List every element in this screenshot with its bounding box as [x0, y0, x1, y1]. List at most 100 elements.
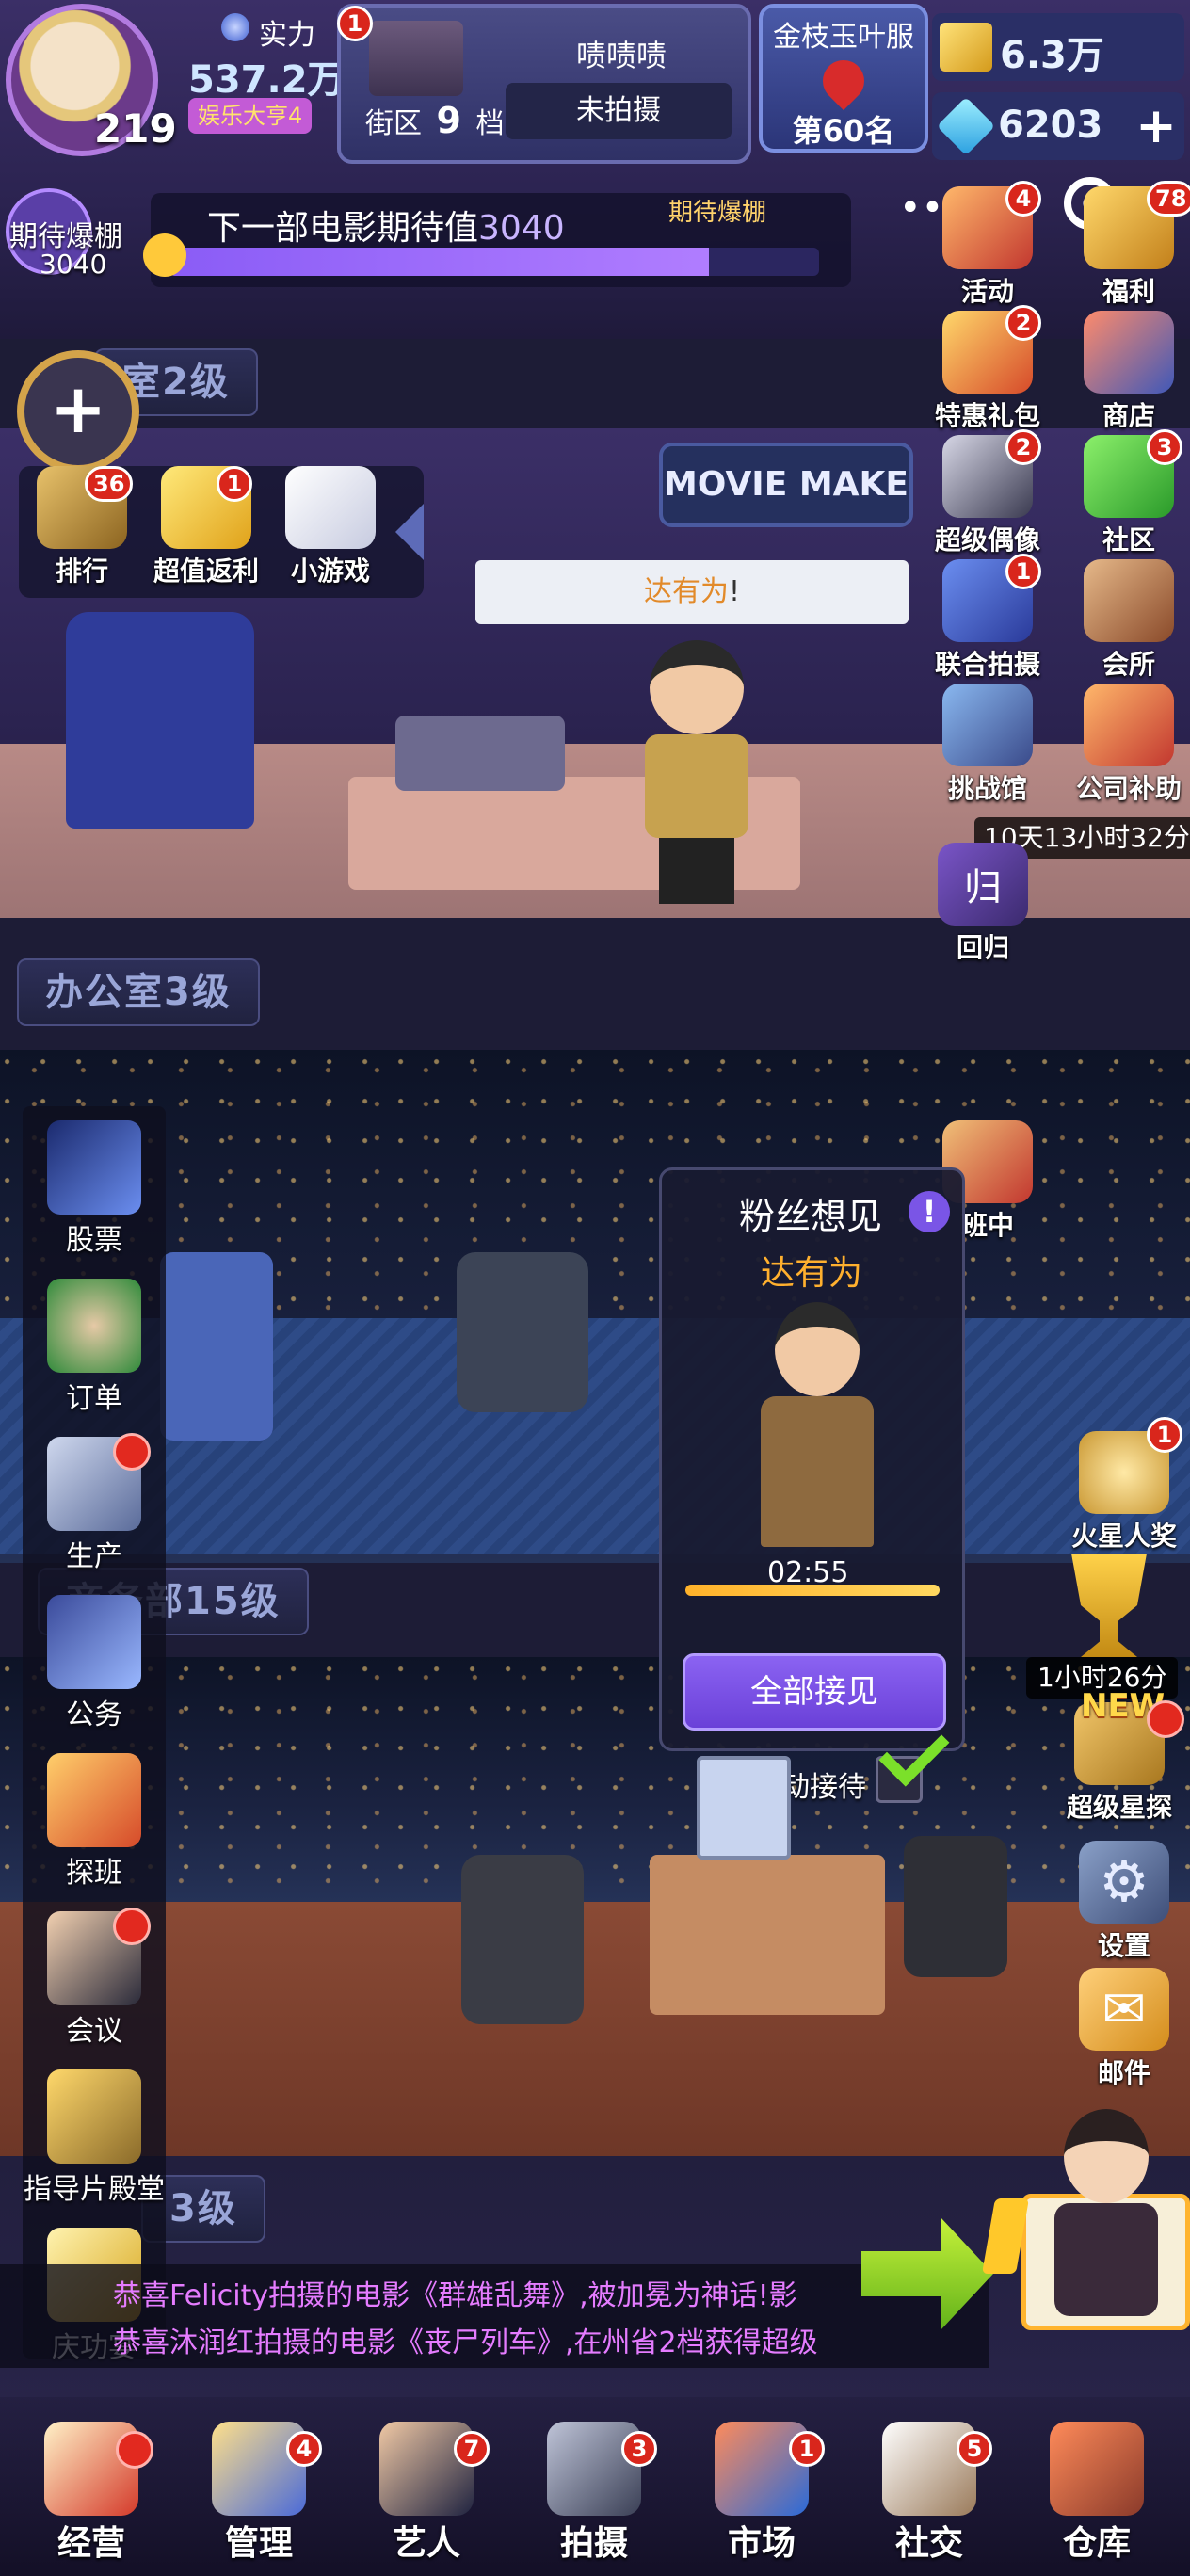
expectation-text-label: 下一部电影期待值 [207, 209, 479, 248]
speech-name: 达有为 [643, 575, 729, 608]
company-subsidy-button[interactable]: 公司补助 [1073, 684, 1184, 806]
strength-value: 537.2万 [188, 58, 346, 102]
street-name: 啧啧啧 [576, 38, 667, 73]
street-badge: 1 [337, 6, 373, 41]
tab-label: 管理 [224, 2524, 293, 2563]
business-desk [650, 1855, 885, 2015]
coffee-table [395, 716, 565, 791]
return-label: 回归 [956, 932, 1009, 963]
tab-badge: 1 [789, 2431, 825, 2467]
rank-badge: 36 [85, 466, 134, 502]
business-floor [0, 1902, 1190, 2156]
gold-ticket-icon [940, 23, 992, 72]
super-scout-label: 超级星探 [1066, 1792, 1172, 1823]
diamond-panel[interactable]: 6203 + [932, 92, 1184, 160]
community-label: 社区 [1102, 524, 1155, 555]
super-idol-badge: 2 [1005, 429, 1041, 465]
quick-minigame-label: 小游戏 [290, 555, 370, 587]
gold-value: 6.3万 [1000, 34, 1104, 77]
expectation-bar: 下一部电影期待值3040 期待爆棚 [151, 193, 851, 287]
stock-icon [47, 1120, 141, 1215]
mail-label: 邮件 [1097, 2057, 1150, 2088]
studio-character[interactable] [635, 640, 758, 913]
district-number: 9 [436, 100, 461, 141]
business-chair [461, 1855, 584, 2024]
armchair [66, 612, 254, 829]
tab-0[interactable]: 经营 [8, 2397, 175, 2576]
award-panel[interactable]: 金枝玉叶服 第60名 [759, 4, 928, 153]
activity-label: 活动 [960, 276, 1014, 307]
tab-red-dot [116, 2431, 153, 2469]
strength-icon [221, 13, 249, 41]
mail-button[interactable]: ✉ 邮件 [1069, 1968, 1180, 2090]
tab-2[interactable]: 艺人 [343, 2397, 510, 2576]
tab-5[interactable]: 社交 [845, 2397, 1013, 2576]
expectation-progress-fill [169, 248, 709, 276]
special-gift-label: 特惠礼包 [934, 400, 1040, 431]
expand-plus-button[interactable]: + [17, 350, 139, 473]
tab-badge: 5 [957, 2431, 992, 2467]
tab-label: 艺人 [392, 2524, 460, 2563]
club-label: 会所 [1102, 649, 1155, 680]
tab-6[interactable]: 仓库 [1013, 2397, 1181, 2576]
tab-1[interactable]: 管理 [175, 2397, 343, 2576]
super-idol-label: 超级偶像 [934, 524, 1040, 555]
phone-icon [47, 1595, 141, 1689]
left-menu-red-dot [113, 1433, 151, 1471]
gear-icon: ⚙ [1079, 1841, 1169, 1924]
left-menu-label: 订单 [66, 1382, 122, 1415]
district-tier: 档 [475, 107, 505, 140]
map-pin-icon [813, 51, 874, 111]
shop-label: 商店 [1102, 400, 1155, 431]
left-menu-item-0[interactable]: 股票 [23, 1120, 166, 1258]
street-panel[interactable]: 街区 9 档 啧啧啧 未拍摄 [337, 4, 751, 164]
award-rank: 第60名 [792, 113, 895, 149]
tab-4[interactable]: 市场 [678, 2397, 845, 2576]
left-menu-item-6[interactable]: 指导片殿堂 [23, 2069, 166, 2207]
collapse-arrow-icon[interactable] [395, 504, 424, 560]
joint-shoot-label: 联合拍摄 [934, 649, 1040, 680]
tab-label: 社交 [894, 2524, 963, 2563]
tab-label: 市场 [727, 2524, 796, 2563]
desk-monitor [697, 1756, 791, 1860]
expectation-progress-track [169, 248, 819, 276]
club-button[interactable]: 会所 [1073, 559, 1184, 682]
left-menu-item-4[interactable]: 探班 [23, 1753, 166, 1891]
news-line-2: 恭喜沐润红拍摄的电影《丧尸列车》,在州省2档获得超级 [113, 2326, 818, 2359]
quick-minigame[interactable]: 小游戏 [275, 466, 386, 588]
expectation-marker-label: 期待爆棚 [668, 199, 767, 227]
left-menu-item-3[interactable]: 公务 [23, 1595, 166, 1732]
gift-icon [1084, 684, 1174, 766]
studio-sign: MOVIE MAKE [659, 443, 913, 527]
add-diamond-button[interactable]: + [1130, 98, 1182, 154]
activity-badge: 4 [1005, 181, 1041, 217]
special-gift-badge: 2 [1005, 305, 1041, 341]
tab-3[interactable]: 拍摄 [510, 2397, 678, 2576]
mars-award-label: 火星人奖 [1070, 1521, 1177, 1552]
award-title: 金枝玉叶服 [773, 21, 914, 54]
strength-label: 实力 [259, 19, 315, 52]
expectation-text: 下一部电影期待值3040 [207, 201, 565, 250]
receive-all-button[interactable]: 全部接见 [683, 1653, 946, 1731]
room-label-office: 办公室3级 [17, 958, 260, 1026]
house-icon [1084, 559, 1174, 642]
mars-award-badge: 1 [1147, 1417, 1182, 1453]
settings-button[interactable]: ⚙ 设置 [1069, 1841, 1180, 1963]
left-menu-label: 探班 [66, 1857, 122, 1890]
left-menu-label: 生产 [66, 1540, 122, 1573]
assistant-character[interactable] [1045, 2109, 1167, 2326]
scout-red-dot [1147, 1700, 1184, 1738]
district-label: 街区 [365, 107, 422, 140]
gold-panel[interactable]: 6.3万 [932, 13, 1184, 81]
info-icon[interactable]: ! [909, 1191, 950, 1232]
shop-button[interactable]: 商店 [1073, 311, 1184, 433]
challenge-button[interactable]: 挑战馆 [932, 684, 1043, 806]
challenge-label: 挑战馆 [947, 773, 1027, 804]
return-button[interactable]: 归 回归 [927, 843, 1038, 965]
rebate-badge: 1 [217, 466, 252, 502]
company-subsidy-label: 公司补助 [1075, 773, 1182, 804]
tab-label: 拍摄 [559, 2524, 628, 2563]
left-menu-label: 指导片殿堂 [24, 2173, 165, 2206]
expectation-text-value: 3040 [478, 209, 565, 248]
left-menu-item-1[interactable]: 订单 [23, 1279, 166, 1416]
